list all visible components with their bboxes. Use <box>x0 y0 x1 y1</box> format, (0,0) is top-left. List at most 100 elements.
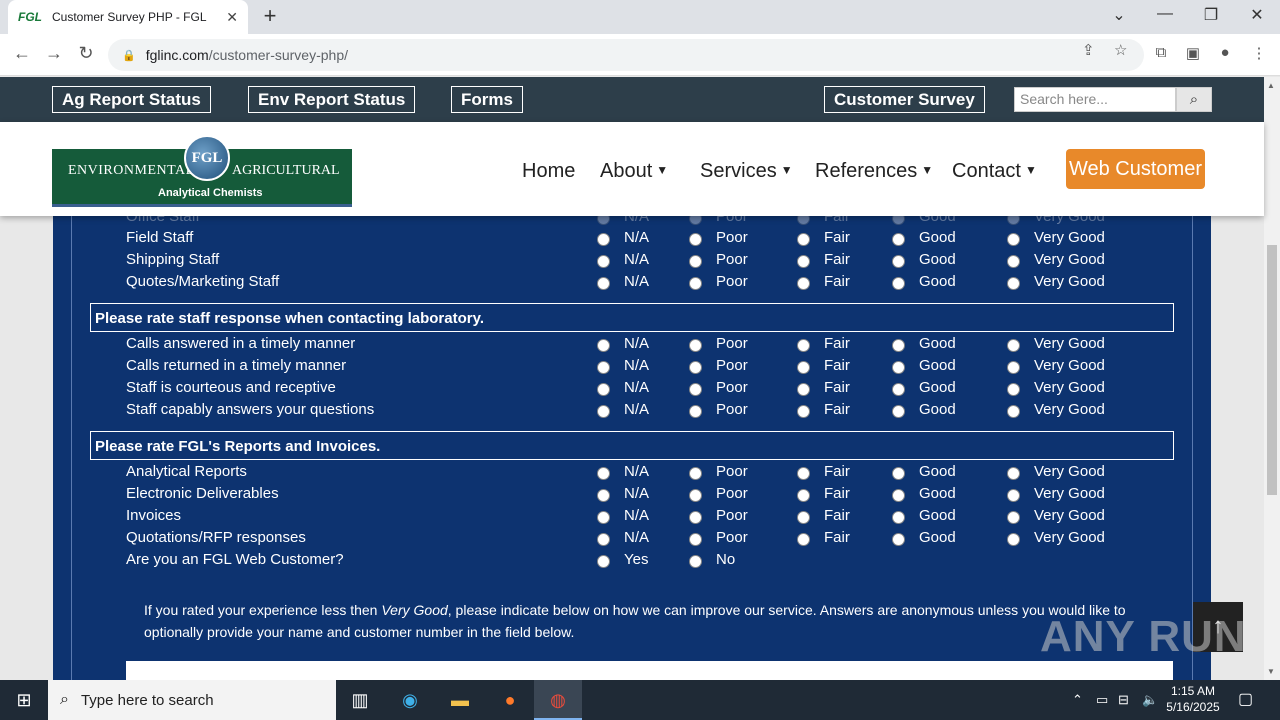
radio-button[interactable] <box>797 276 810 290</box>
radio-button[interactable] <box>1007 382 1020 396</box>
browser-tab[interactable]: FGL Customer Survey PHP - FGL ✕ <box>8 0 248 34</box>
profile-icon[interactable]: ● <box>1214 44 1236 61</box>
rating-option[interactable]: N/A <box>597 216 649 225</box>
menu-kebab-icon[interactable]: ⋮ <box>1248 44 1270 62</box>
radio-button[interactable] <box>597 360 610 374</box>
reload-icon[interactable]: ↻ <box>74 43 98 64</box>
rating-option[interactable]: Good <box>892 401 956 418</box>
radio-button[interactable] <box>597 382 610 396</box>
rating-option[interactable]: Poor <box>689 485 748 502</box>
site-search-input[interactable]: Search here... <box>1014 87 1176 112</box>
radio-button[interactable] <box>597 232 610 246</box>
radio-button[interactable] <box>689 360 702 374</box>
rating-option[interactable]: Good <box>892 335 956 352</box>
rating-option[interactable]: Fair <box>797 507 850 524</box>
rating-option[interactable]: N/A <box>597 379 649 396</box>
rating-option[interactable]: Very Good <box>1007 335 1105 352</box>
customer-survey-button[interactable]: Customer Survey <box>824 86 985 113</box>
firefox-icon[interactable]: ● <box>486 680 534 720</box>
rating-option[interactable]: Poor <box>689 357 748 374</box>
radio-button[interactable] <box>797 510 810 524</box>
radio-button[interactable] <box>797 254 810 268</box>
nav-services[interactable]: Services ▼ <box>700 160 793 183</box>
scroll-down-icon[interactable]: ▼ <box>1267 667 1275 676</box>
radio-button[interactable] <box>892 404 905 418</box>
rating-option[interactable]: Fair <box>797 273 850 290</box>
tab-close-icon[interactable]: ✕ <box>226 9 238 26</box>
rating-option[interactable]: Fair <box>797 529 850 546</box>
rating-option[interactable]: Poor <box>689 229 748 246</box>
forward-icon[interactable]: → <box>42 43 66 64</box>
radio-button[interactable] <box>1007 466 1020 480</box>
radio-button[interactable] <box>689 382 702 396</box>
radio-button[interactable] <box>797 404 810 418</box>
radio-button[interactable] <box>797 532 810 546</box>
tab-search-chevron-icon[interactable]: ⌄ <box>1104 5 1134 25</box>
rating-option[interactable]: Good <box>892 216 956 225</box>
radio-button[interactable] <box>797 360 810 374</box>
nav-home[interactable]: Home <box>522 160 575 183</box>
radio-button[interactable] <box>892 466 905 480</box>
nav-contact[interactable]: Contact ▼ <box>952 160 1037 183</box>
rating-option[interactable]: N/A <box>597 529 649 546</box>
radio-button[interactable] <box>597 338 610 352</box>
rating-option[interactable]: N/A <box>597 401 649 418</box>
radio-button[interactable] <box>797 338 810 352</box>
rating-option[interactable]: Fair <box>797 335 850 352</box>
rating-option[interactable]: Poor <box>689 216 748 225</box>
rating-option[interactable]: Fair <box>797 401 850 418</box>
rating-option[interactable]: Good <box>892 229 956 246</box>
back-icon[interactable]: ← <box>10 43 34 64</box>
rating-option[interactable]: Very Good <box>1007 251 1105 268</box>
network-icon[interactable]: ⊟ <box>1118 680 1129 720</box>
radio-button[interactable] <box>1007 254 1020 268</box>
rating-option[interactable]: N/A <box>597 357 649 374</box>
radio-button[interactable] <box>689 216 702 225</box>
radio-button[interactable] <box>1007 338 1020 352</box>
rating-option[interactable]: Poor <box>689 379 748 396</box>
chrome-icon[interactable]: ◍ <box>534 680 582 720</box>
radio-button[interactable] <box>689 338 702 352</box>
rating-option[interactable]: Fair <box>797 251 850 268</box>
radio-button[interactable] <box>597 254 610 268</box>
taskbar-search[interactable]: ⌕ Type here to search <box>48 680 336 720</box>
rating-option[interactable]: Very Good <box>1007 463 1105 480</box>
radio-button[interactable] <box>892 360 905 374</box>
tray-chevron-icon[interactable]: ⌃ <box>1072 680 1083 720</box>
rating-option[interactable]: Good <box>892 463 956 480</box>
radio-button[interactable] <box>689 488 702 502</box>
rating-option[interactable]: N/A <box>597 251 649 268</box>
rating-option[interactable]: Good <box>892 379 956 396</box>
rating-option[interactable]: Good <box>892 251 956 268</box>
radio-button[interactable] <box>892 382 905 396</box>
rating-option[interactable]: N/A <box>597 485 649 502</box>
radio-button[interactable] <box>689 554 702 568</box>
rating-option[interactable]: Poor <box>689 335 748 352</box>
rating-option[interactable]: Fair <box>797 463 850 480</box>
rating-option[interactable]: Very Good <box>1007 507 1105 524</box>
radio-button[interactable] <box>797 232 810 246</box>
radio-button[interactable] <box>892 488 905 502</box>
nav-about[interactable]: About ▼ <box>600 160 668 183</box>
radio-button[interactable] <box>689 232 702 246</box>
rating-option[interactable]: Very Good <box>1007 357 1105 374</box>
radio-button[interactable] <box>1007 360 1020 374</box>
rating-option[interactable]: Very Good <box>1007 379 1105 396</box>
radio-button[interactable] <box>1007 532 1020 546</box>
task-view-icon[interactable]: ▥ <box>336 680 384 720</box>
radio-button[interactable] <box>689 532 702 546</box>
scrollbar-thumb[interactable] <box>1267 245 1277 495</box>
radio-button[interactable] <box>1007 510 1020 524</box>
rating-option[interactable]: Poor <box>689 507 748 524</box>
radio-button[interactable] <box>797 488 810 502</box>
rating-option[interactable]: Poor <box>689 529 748 546</box>
rating-option[interactable]: N/A <box>597 335 649 352</box>
page-scrollbar[interactable]: ▲ ▼ <box>1264 77 1280 680</box>
radio-button[interactable] <box>689 466 702 480</box>
rating-option[interactable]: Very Good <box>1007 273 1105 290</box>
radio-button[interactable] <box>892 532 905 546</box>
rating-option[interactable]: Poor <box>689 463 748 480</box>
fgl-logo[interactable]: ENVIRONMENTAL FGL AGRICULTURAL Analytica… <box>52 135 352 207</box>
radio-button[interactable] <box>689 276 702 290</box>
radio-button[interactable] <box>797 216 810 225</box>
